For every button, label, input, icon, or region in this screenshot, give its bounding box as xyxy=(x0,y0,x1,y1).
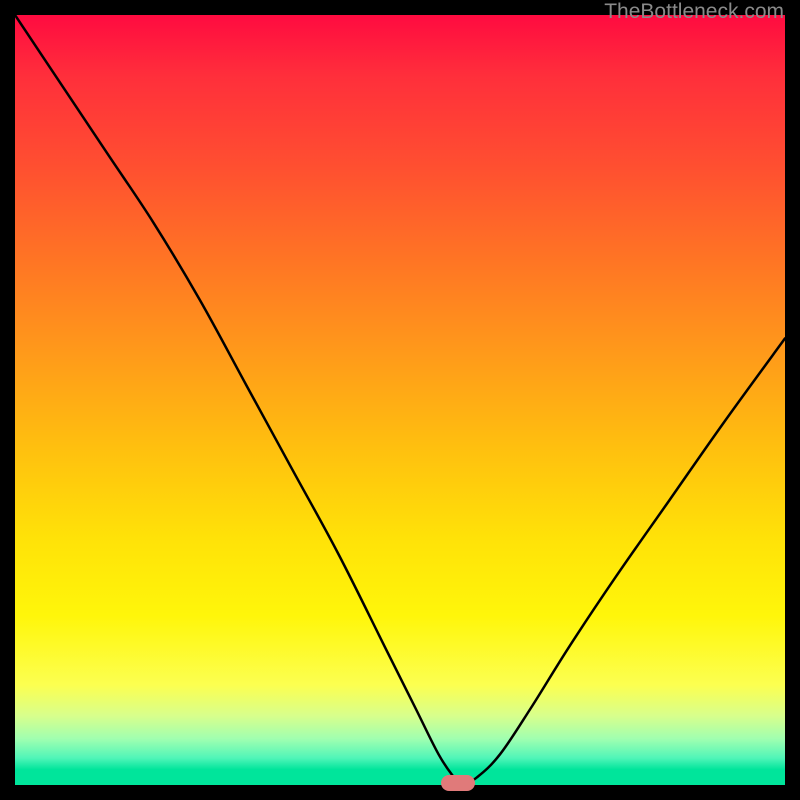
watermark: TheBottleneck.com xyxy=(604,0,784,24)
optimum-marker xyxy=(441,775,475,791)
plot-area xyxy=(15,15,785,785)
bottleneck-curve xyxy=(15,15,785,785)
chart-frame: TheBottleneck.com xyxy=(0,0,800,800)
watermark-text: TheBottleneck.com xyxy=(604,0,784,23)
